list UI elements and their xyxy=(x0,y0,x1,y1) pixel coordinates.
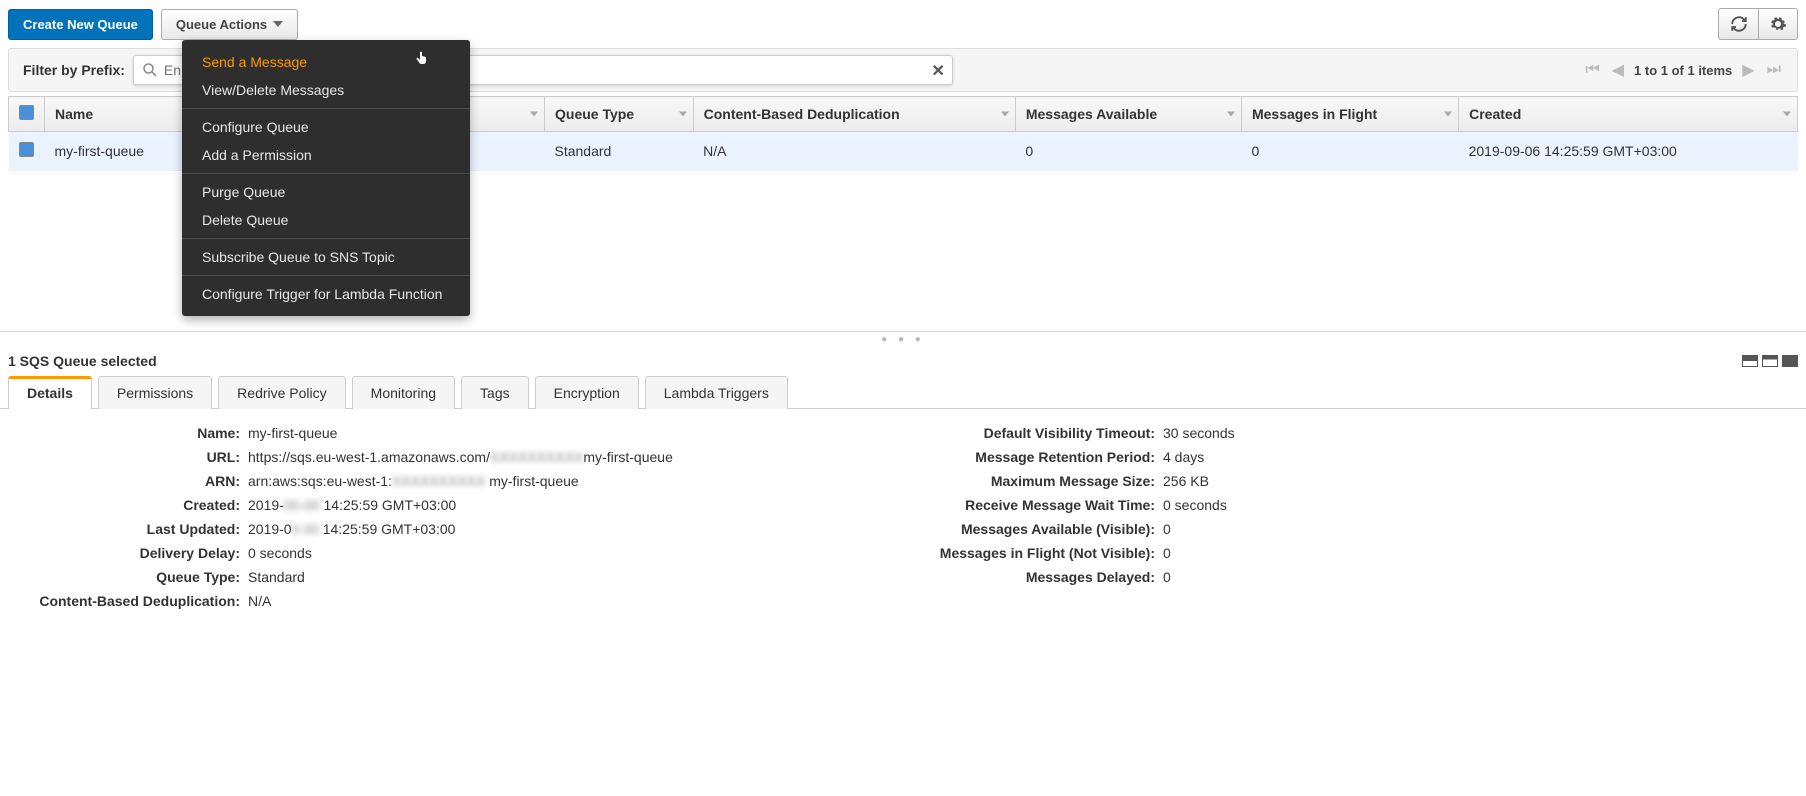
queue-actions-button[interactable]: Queue Actions xyxy=(161,9,298,40)
menu-add-permission[interactable]: Add a Permission xyxy=(182,141,470,169)
detail-avail-key: Messages Available (Visible): xyxy=(923,521,1163,537)
detail-avail-value: 0 xyxy=(1163,521,1171,537)
detail-body: Name:my-first-queue URL:https://sqs.eu-w… xyxy=(0,409,1806,625)
detail-url-value: https://sqs.eu-west-1.amazonaws.com/XXXX… xyxy=(248,449,673,465)
detail-delay-value: 0 seconds xyxy=(248,545,312,561)
detail-dedup-key: Content-Based Deduplication: xyxy=(8,593,248,609)
col-created[interactable]: Created xyxy=(1459,97,1798,132)
page-next-icon[interactable]: ▶ xyxy=(1740,60,1756,80)
layout-bottom-icon[interactable] xyxy=(1762,355,1778,367)
queue-actions-dropdown: Send a Message View/Delete Messages Conf… xyxy=(182,40,470,316)
detail-visibility-key: Default Visibility Timeout: xyxy=(923,425,1163,441)
queue-actions-label: Queue Actions xyxy=(176,17,267,32)
filter-label: Filter by Prefix: xyxy=(23,62,125,78)
sort-caret-icon xyxy=(1227,112,1235,117)
detail-delayed-key: Messages Delayed: xyxy=(923,569,1163,585)
col-dedup[interactable]: Content-Based Deduplication xyxy=(693,97,1015,132)
menu-purge-queue[interactable]: Purge Queue xyxy=(182,178,470,206)
detail-arn-value: arn:aws:sqs:eu-west-1:XXXXXXXXXX my-firs… xyxy=(248,473,579,489)
detail-url-key: URL: xyxy=(8,449,248,465)
detail-updated-value: 2019-00 00 14:25:59 GMT+03:00 xyxy=(248,521,455,537)
toolbar: Create New Queue Queue Actions Send a Me… xyxy=(0,0,1806,48)
pagination: ⏮ ◀ 1 to 1 of 1 items ▶ ⏭ xyxy=(1583,60,1783,80)
detail-dedup-value: N/A xyxy=(248,593,271,609)
menu-configure-queue[interactable]: Configure Queue xyxy=(182,113,470,141)
menu-subscribe-sns[interactable]: Subscribe Queue to SNS Topic xyxy=(182,243,470,271)
detail-updated-key: Last Updated: xyxy=(8,521,248,537)
sort-caret-icon xyxy=(1444,112,1452,117)
detail-qtype-key: Queue Type: xyxy=(8,569,248,585)
menu-delete-queue[interactable]: Delete Queue xyxy=(182,206,470,234)
detail-flight-key: Messages in Flight (Not Visible): xyxy=(923,545,1163,561)
detail-delayed-value: 0 xyxy=(1163,569,1171,585)
settings-button[interactable] xyxy=(1758,8,1798,40)
sort-caret-icon xyxy=(679,112,687,117)
detail-delay-key: Delivery Delay: xyxy=(8,545,248,561)
tab-details[interactable]: Details xyxy=(8,376,92,409)
detail-maxsize-value: 256 KB xyxy=(1163,473,1209,489)
col-checkbox[interactable] xyxy=(9,97,45,132)
tab-tags[interactable]: Tags xyxy=(461,376,529,409)
menu-view-delete-messages[interactable]: View/Delete Messages xyxy=(182,76,470,104)
layout-split-icon[interactable] xyxy=(1742,355,1758,367)
col-in-flight[interactable]: Messages in Flight xyxy=(1241,97,1458,132)
search-icon xyxy=(141,61,159,79)
menu-configure-lambda[interactable]: Configure Trigger for Lambda Function xyxy=(182,280,470,308)
detail-arn-key: ARN: xyxy=(8,473,248,489)
cell-available: 0 xyxy=(1015,132,1241,171)
sort-caret-icon xyxy=(1783,112,1791,117)
col-queue-type[interactable]: Queue Type xyxy=(545,97,694,132)
detail-created-key: Created: xyxy=(8,497,248,513)
layout-icons xyxy=(1742,355,1798,367)
tab-permissions[interactable]: Permissions xyxy=(98,376,212,409)
cell-queue-type: Standard xyxy=(545,132,694,171)
sort-caret-icon xyxy=(530,112,538,117)
refresh-icon xyxy=(1730,15,1748,33)
selection-count: 1 SQS Queue selected xyxy=(8,353,157,369)
tab-redrive[interactable]: Redrive Policy xyxy=(218,376,345,409)
detail-visibility-value: 30 seconds xyxy=(1163,425,1235,441)
cell-in-flight: 0 xyxy=(1241,132,1458,171)
cell-created: 2019-09-06 14:25:59 GMT+03:00 xyxy=(1459,132,1798,171)
pagination-text: 1 to 1 of 1 items xyxy=(1634,63,1732,78)
detail-tabs: Details Permissions Redrive Policy Monit… xyxy=(0,375,1806,409)
gear-icon xyxy=(1769,15,1787,33)
detail-qtype-value: Standard xyxy=(248,569,305,585)
detail-col-left: Name:my-first-queue URL:https://sqs.eu-w… xyxy=(8,421,883,613)
detail-created-value: 2019-00-00 14:25:59 GMT+03:00 xyxy=(248,497,456,513)
detail-col-right: Default Visibility Timeout:30 seconds Me… xyxy=(923,421,1798,613)
detail-name-value: my-first-queue xyxy=(248,425,337,441)
select-all-checkbox[interactable] xyxy=(19,105,34,120)
detail-wait-key: Receive Message Wait Time: xyxy=(923,497,1163,513)
tab-encryption[interactable]: Encryption xyxy=(535,376,639,409)
refresh-button[interactable] xyxy=(1718,8,1758,40)
row-checkbox[interactable] xyxy=(19,142,34,157)
detail-maxsize-key: Maximum Message Size: xyxy=(923,473,1163,489)
detail-name-key: Name: xyxy=(8,425,248,441)
detail-retention-value: 4 days xyxy=(1163,449,1204,465)
page-prev-icon[interactable]: ◀ xyxy=(1610,60,1626,80)
sort-caret-icon xyxy=(1001,112,1009,117)
clear-search-icon[interactable]: ✕ xyxy=(932,61,945,81)
page-last-icon[interactable]: ⏭ xyxy=(1765,61,1783,79)
layout-full-icon[interactable] xyxy=(1782,355,1798,367)
detail-wait-value: 0 seconds xyxy=(1163,497,1227,513)
col-available[interactable]: Messages Available xyxy=(1015,97,1241,132)
cell-dedup: N/A xyxy=(693,132,1015,171)
cursor-hand-icon xyxy=(414,50,430,66)
create-new-queue-button[interactable]: Create New Queue xyxy=(8,9,153,40)
menu-send-message[interactable]: Send a Message xyxy=(182,48,470,76)
chevron-down-icon xyxy=(273,21,283,27)
detail-flight-value: 0 xyxy=(1163,545,1171,561)
page-first-icon[interactable]: ⏮ xyxy=(1583,61,1601,79)
tab-lambda[interactable]: Lambda Triggers xyxy=(645,376,788,409)
toolbar-right-buttons xyxy=(1718,8,1798,40)
detail-retention-key: Message Retention Period: xyxy=(923,449,1163,465)
pane-resize-handle[interactable]: ● ● ● xyxy=(0,331,1806,347)
detail-header: 1 SQS Queue selected xyxy=(0,347,1806,375)
tab-monitoring[interactable]: Monitoring xyxy=(352,376,455,409)
